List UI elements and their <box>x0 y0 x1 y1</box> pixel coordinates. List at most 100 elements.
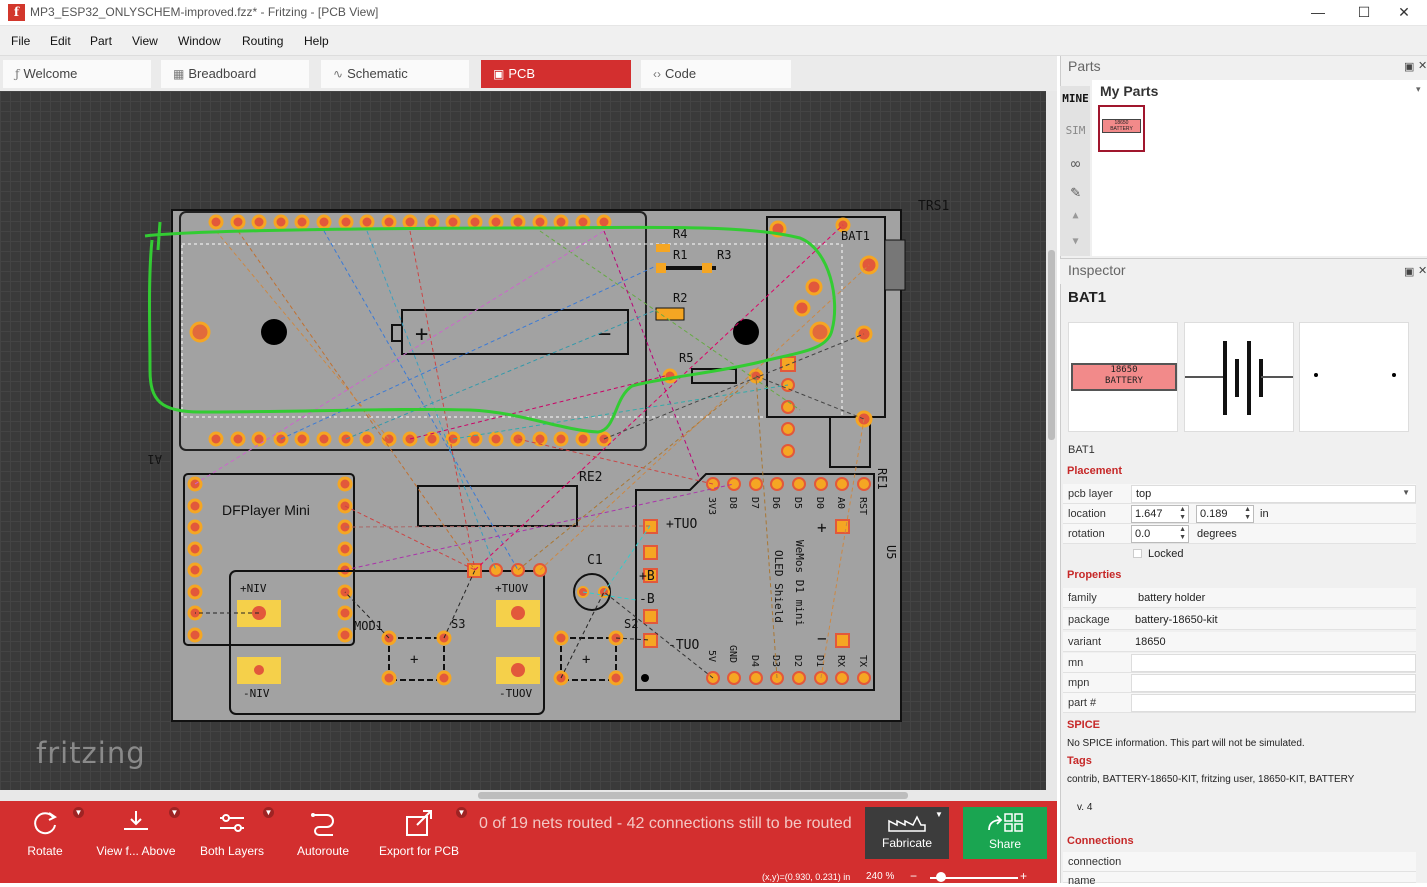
tab-code-label: Code <box>665 66 697 81</box>
scroll-down-icon[interactable]: ▼ <box>1062 236 1089 247</box>
export-pcb-button[interactable]: Export for PCB <box>378 801 460 871</box>
vertical-scrollbar-thumb[interactable] <box>1048 250 1055 440</box>
vertical-scrollbar[interactable] <box>1046 91 1057 801</box>
svg-text:D8: D8 <box>727 497 738 509</box>
battery-text-battery: BATTERY <box>1105 376 1143 386</box>
label-out-plus: +TUO <box>666 517 697 532</box>
fritzing-logo: fritzing <box>36 736 146 770</box>
menu-edit[interactable]: Edit <box>50 34 71 48</box>
view-dropdown-icon[interactable]: ▼ <box>169 807 180 818</box>
horizontal-scrollbar-thumb[interactable] <box>478 792 908 799</box>
label-b-plus: +B <box>639 569 655 584</box>
inspector-part-title-bar <box>1063 284 1413 310</box>
close-parts-icon[interactable]: ✕ <box>1418 59 1427 72</box>
rotate-dropdown-icon[interactable]: ▼ <box>73 807 84 818</box>
float-parts-icon[interactable]: ▣ <box>1404 60 1414 73</box>
parts-panel-title: Parts <box>1068 58 1101 74</box>
menu-part[interactable]: Part <box>90 34 112 48</box>
name-label: name <box>1068 875 1096 887</box>
part-thumbnail-battery[interactable]: 18650 BATTERY <box>1098 105 1145 152</box>
float-inspector-icon[interactable]: ▣ <box>1404 265 1414 278</box>
label-r2: R2 <box>673 291 687 305</box>
pad[interactable] <box>189 321 211 343</box>
tab-pcb[interactable]: ▣ PCB <box>481 60 631 88</box>
location-x-input[interactable]: 1.647 ▲ ▼ <box>1131 505 1189 523</box>
close-inspector-icon[interactable]: ✕ <box>1418 264 1427 277</box>
connection-row: connection <box>1063 852 1416 872</box>
tab-pcb-label: PCB <box>508 66 536 81</box>
fritzing-bin-icon[interactable]: ✎ <box>1062 182 1089 201</box>
parts-bin-sidebar: MINE SIM ∞ ✎ ▲ ▼ <box>1060 86 1090 256</box>
mn-input[interactable] <box>1131 654 1416 672</box>
package-value[interactable]: battery-18650-kit <box>1135 614 1218 626</box>
share-button[interactable]: Share <box>963 807 1047 859</box>
wemos-minus-text: − <box>817 629 827 648</box>
svg-text:TX: TX <box>857 655 868 667</box>
layers-dropdown-wrap: ▼ <box>262 801 276 871</box>
tab-welcome[interactable]: ƒ Welcome <box>3 60 151 88</box>
spinner-arrows-icon[interactable]: ▲ ▼ <box>1179 506 1186 522</box>
location-row: location 1.647 ▲ ▼ 0.189 ▲ ▼ in <box>1063 504 1416 524</box>
battery-breadboard-graphic: 18650 BATTERY <box>1071 363 1177 391</box>
status-bar: (x,y)=(0.930, 0.231) in 240 % − + <box>0 869 1057 883</box>
menu-view[interactable]: View <box>132 34 158 48</box>
menu-routing[interactable]: Routing <box>242 34 283 48</box>
close-button[interactable]: ✕ <box>1381 0 1427 26</box>
pcb-layer-select[interactable]: top ▼ <box>1131 485 1416 503</box>
fabricate-button[interactable]: Fabricate ▼ <box>865 807 949 859</box>
partno-input[interactable] <box>1131 694 1416 712</box>
scroll-up-icon[interactable]: ▲ <box>1062 210 1089 221</box>
label-out-minus: -TUO <box>668 638 699 653</box>
label-vin-minus: -NIV <box>243 687 270 700</box>
location-x-value: 1.647 <box>1135 508 1163 520</box>
rotate-button[interactable]: Rotate <box>14 801 76 871</box>
label-a1: A1 <box>148 452 162 466</box>
mn-label: mn <box>1068 657 1084 669</box>
location-y-input[interactable]: 0.189 ▲ ▼ <box>1196 505 1254 523</box>
both-layers-button[interactable]: Both Layers <box>196 801 268 871</box>
mn-row: mn <box>1063 653 1416 673</box>
pcb-board-drawing[interactable]: + − TRS1 BAT1 R4 R1 R3 R2 R5 RE1 A1 DFPl… <box>0 91 1046 790</box>
spinner-arrows-icon[interactable]: ▲ ▼ <box>1244 506 1251 522</box>
view-from-above-button[interactable]: View f... Above <box>94 801 178 871</box>
arduino-icon[interactable]: ∞ <box>1062 154 1089 173</box>
label-c1: C1 <box>587 553 603 568</box>
fritzing-app-icon: f <box>8 4 25 21</box>
pcb-canvas[interactable]: + − TRS1 BAT1 R4 R1 R3 R2 R5 RE1 A1 DFPl… <box>0 91 1057 801</box>
location-unit: in <box>1260 508 1269 520</box>
tab-code[interactable]: ‹› Code <box>641 60 791 88</box>
family-value[interactable]: battery holder <box>1138 592 1205 604</box>
bin-mine[interactable]: MINE <box>1062 92 1089 105</box>
my-parts-menu-icon[interactable]: ▾ <box>1416 84 1421 95</box>
mpn-input[interactable] <box>1131 674 1416 692</box>
spinner-arrows-icon[interactable]: ▲ ▼ <box>1179 526 1186 542</box>
variant-label: variant <box>1068 636 1102 648</box>
layers-icon <box>220 814 244 832</box>
spice-header: SPICE <box>1067 719 1101 731</box>
fabricate-dropdown-icon[interactable]: ▼ <box>935 810 943 819</box>
menu-window[interactable]: Window <box>178 34 221 48</box>
zoom-in-button[interactable]: + <box>1020 869 1027 883</box>
rotation-input[interactable]: 0.0 ▲ ▼ <box>1131 525 1189 543</box>
zoom-out-button[interactable]: − <box>910 869 917 883</box>
svg-text:D0: D0 <box>814 497 825 509</box>
menu-file[interactable]: File <box>11 34 30 48</box>
layers-dropdown-icon[interactable]: ▼ <box>263 807 274 818</box>
export-dropdown-icon[interactable]: ▼ <box>456 807 467 818</box>
tab-schematic[interactable]: ∿ Schematic <box>321 60 469 88</box>
zoom-slider-handle[interactable] <box>936 872 946 882</box>
autoroute-button[interactable]: Autoroute <box>292 801 354 871</box>
variant-value[interactable]: 18650 <box>1135 636 1166 648</box>
connections-header: Connections <box>1067 835 1134 847</box>
minimize-button[interactable]: — <box>1295 0 1341 26</box>
menu-help[interactable]: Help <box>304 34 329 48</box>
bin-sim[interactable]: SIM <box>1062 124 1089 137</box>
my-parts-title: My Parts <box>1100 83 1159 99</box>
battery-minus-text: − <box>598 322 611 347</box>
autoroute-label: Autoroute <box>296 844 350 858</box>
schematic-icon: ∿ <box>333 67 344 81</box>
package-row: package battery-18650-kit <box>1063 610 1416 630</box>
locked-checkbox[interactable] <box>1133 549 1142 558</box>
rotation-row: rotation 0.0 ▲ ▼ degrees <box>1063 524 1416 544</box>
tab-breadboard[interactable]: ▦ Breadboard <box>161 60 309 88</box>
